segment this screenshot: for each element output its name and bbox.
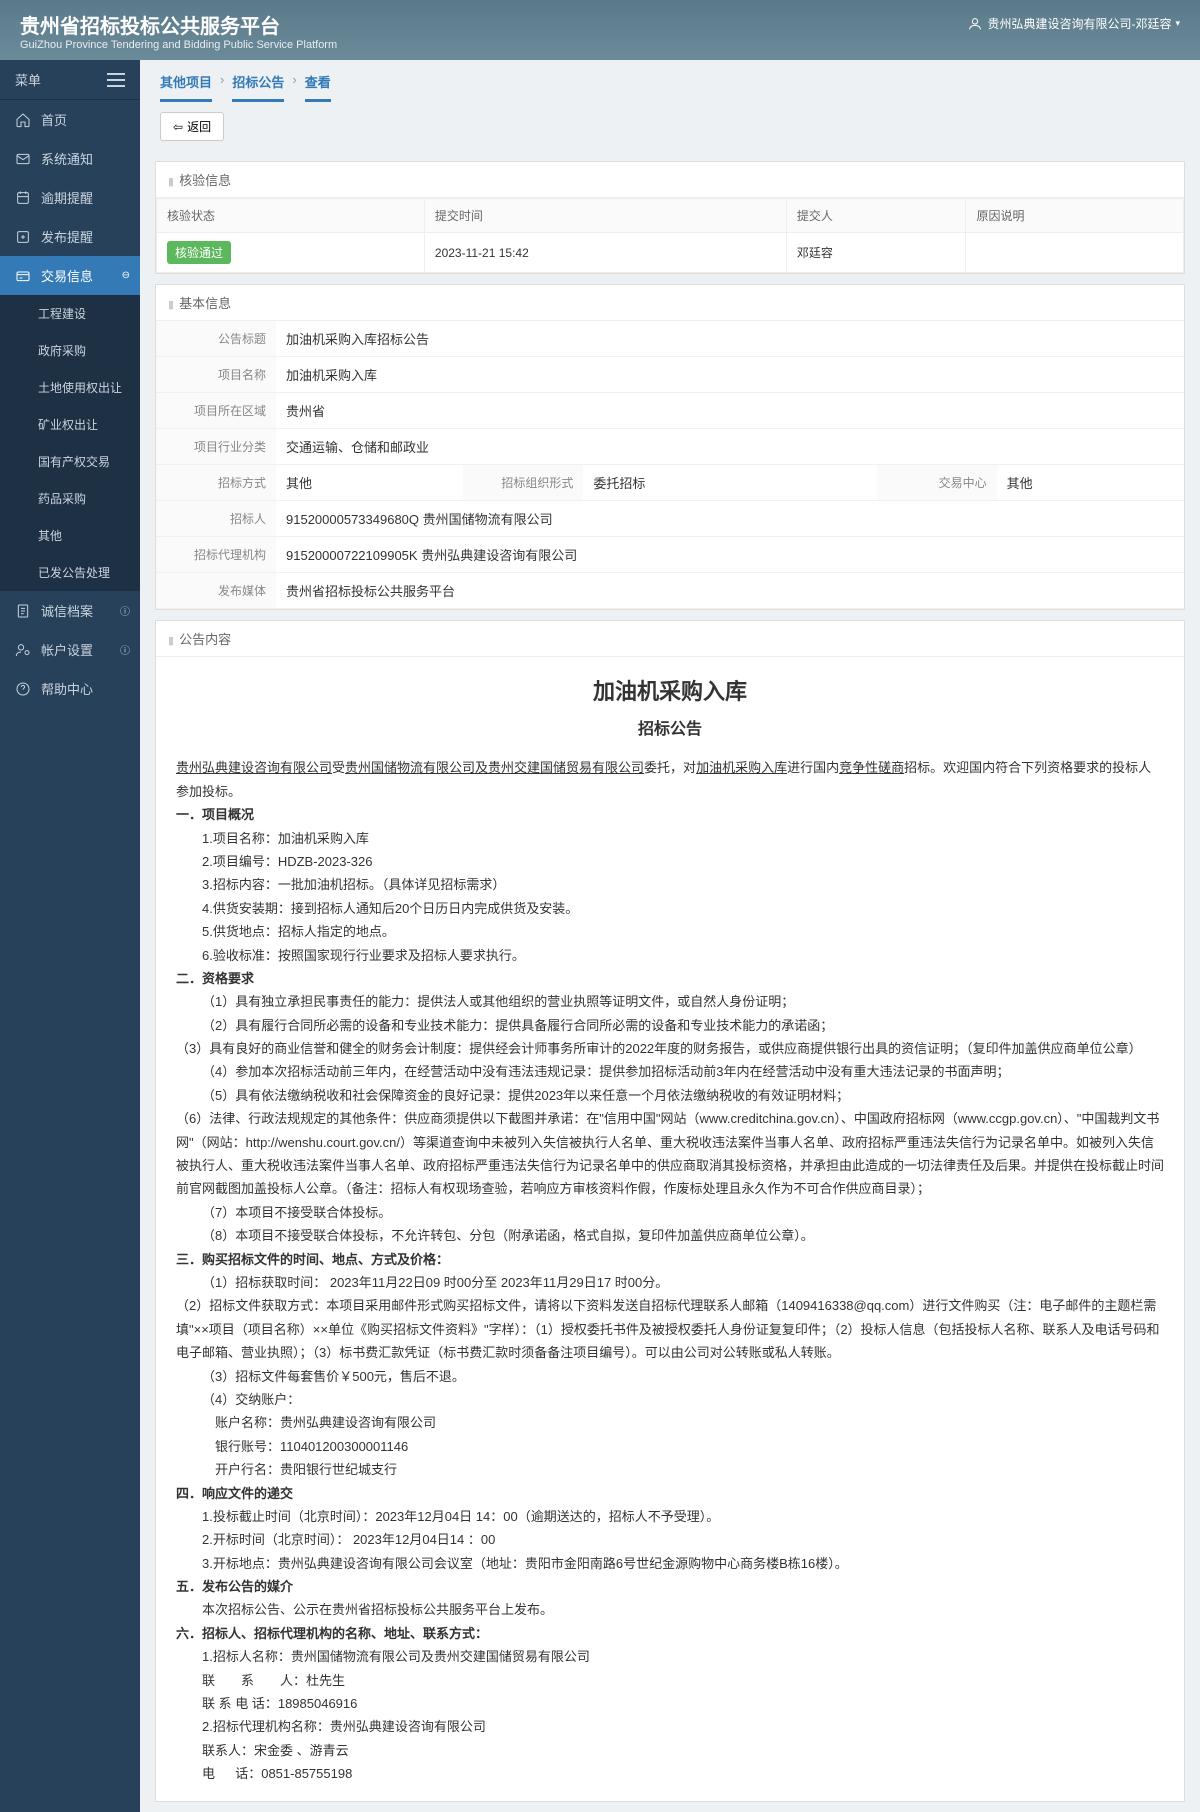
sidebar-item-6[interactable]: 帐户设置ⓘ — [0, 630, 140, 669]
chevron-down-icon: ▾ — [1175, 18, 1180, 29]
sidebar-item-4[interactable]: 交易信息⊖ — [0, 256, 140, 295]
notice-panel: 公告内容 加油机采购入库 招标公告 贵州弘典建设咨询有限公司受贵州国储物流有限公… — [155, 620, 1185, 1802]
chevron-open-icon: ⊖ — [122, 270, 130, 281]
user-icon — [967, 16, 983, 32]
crumb-0[interactable]: 其他项目 — [160, 72, 212, 102]
notice-main-title: 加油机采购入库 — [176, 672, 1164, 712]
verify-panel-title: 核验信息 — [156, 162, 1184, 198]
basic-panel-title: 基本信息 — [156, 285, 1184, 321]
status-badge: 核验通过 — [167, 241, 231, 264]
sidebar-item-5[interactable]: 诚信档案ⓘ — [0, 591, 140, 630]
help-icon — [15, 681, 31, 697]
sub-item-4[interactable]: 国有产权交易 — [0, 443, 140, 480]
info-icon: ⓘ — [120, 603, 130, 618]
top-header: 贵州省招标投标公共服务平台 GuiZhou Province Tendering… — [0, 0, 1200, 60]
user-dropdown[interactable]: 贵州弘典建设咨询有限公司-邓廷容 ▾ — [967, 15, 1180, 32]
bell-alert-icon — [15, 190, 31, 206]
site-subtitle: GuiZhou Province Tendering and Bidding P… — [20, 39, 337, 51]
site-title: 贵州省招标投标公共服务平台 — [20, 10, 337, 39]
notice-sub-title: 招标公告 — [176, 716, 1164, 745]
sidebar-item-2[interactable]: 逾期提醒 — [0, 178, 140, 217]
sub-item-3[interactable]: 矿业权出让 — [0, 406, 140, 443]
crumb-1[interactable]: 招标公告 — [232, 72, 284, 102]
sidebar-item-7[interactable]: 帮助中心 — [0, 669, 140, 708]
sidebar: 菜单 首页系统通知逾期提醒发布提醒交易信息⊖工程建设政府采购土地使用权出让矿业权… — [0, 60, 140, 1812]
message-icon — [15, 151, 31, 167]
sub-item-0[interactable]: 工程建设 — [0, 295, 140, 332]
user-name: 贵州弘典建设咨询有限公司-邓廷容 — [987, 15, 1171, 32]
home-icon — [15, 112, 31, 128]
sub-item-2[interactable]: 土地使用权出让 — [0, 369, 140, 406]
back-button[interactable]: ⇦ 返回 — [160, 112, 224, 141]
sidebar-item-1[interactable]: 系统通知 — [0, 139, 140, 178]
main-content: 其他项目 › 招标公告 › 查看 ⇦ 返回 核验信息 核验状态 提交时间 提交人… — [140, 60, 1200, 1812]
crumb-2: 查看 — [305, 72, 331, 102]
sub-item-7[interactable]: 已发公告处理 — [0, 554, 140, 591]
menu-label: 菜单 — [15, 70, 41, 89]
menu-toggle-icon[interactable] — [107, 73, 125, 87]
sub-item-6[interactable]: 其他 — [0, 517, 140, 554]
info-icon: ⓘ — [120, 642, 130, 657]
basic-info-panel: 基本信息 公告标题加油机采购入库招标公告 项目名称加油机采购入库 项目所在区域贵… — [155, 284, 1185, 610]
verify-row: 核验通过 2023-11-21 15:42 邓廷容 — [157, 233, 1184, 273]
sub-item-1[interactable]: 政府采购 — [0, 332, 140, 369]
notice-body: 加油机采购入库 招标公告 贵州弘典建设咨询有限公司受贵州国储物流有限公司及贵州交… — [156, 657, 1184, 1801]
user-cog-icon — [15, 642, 31, 658]
file-icon — [15, 603, 31, 619]
sidebar-item-0[interactable]: 首页 — [0, 100, 140, 139]
publish-icon — [15, 229, 31, 245]
notice-panel-title: 公告内容 — [156, 621, 1184, 657]
verify-panel: 核验信息 核验状态 提交时间 提交人 原因说明 核验通过 2023-11-21 … — [155, 161, 1185, 274]
breadcrumb: 其他项目 › 招标公告 › 查看 — [140, 60, 1200, 102]
sub-item-5[interactable]: 药品采购 — [0, 480, 140, 517]
sidebar-item-3[interactable]: 发布提醒 — [0, 217, 140, 256]
verify-table: 核验状态 提交时间 提交人 原因说明 核验通过 2023-11-21 15:42… — [156, 198, 1184, 273]
transaction-icon — [15, 268, 31, 284]
